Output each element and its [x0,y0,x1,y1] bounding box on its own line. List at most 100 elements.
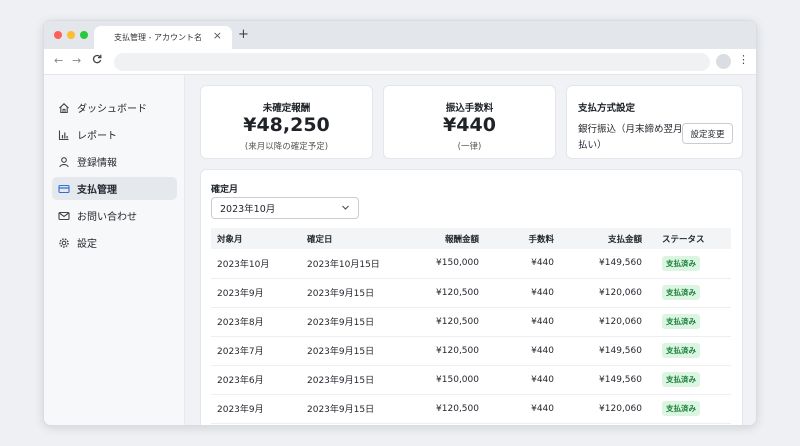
tab-strip: 支払管理 - アカウント名 × + [44,21,756,49]
target-month-cell: 2023年10月 [211,249,301,279]
table-row[interactable]: 2023年7月 2023年9月15日 ¥120,500 ¥440 ¥149,56… [211,336,731,366]
status-cell: 支払済み [648,394,731,424]
status-badge: 支払済み [662,343,700,358]
reward-amount-cell: ¥150,000 [405,249,485,279]
fee-cell: ¥440 [485,307,560,337]
close-window-button[interactable] [54,31,62,39]
reward-amount-cell: ¥120,500 [405,307,485,337]
card-value: ¥48,250 [243,114,330,136]
status-cell: 支払済み [648,365,731,395]
reward-amount-cell: ¥120,500 [405,278,485,308]
fee-cell: ¥440 [485,394,560,424]
table-row[interactable]: 2023年9月 2023年9月15日 ¥120,500 ¥440 ¥120,06… [211,278,731,308]
unconfirmed-reward-card: 未確定報酬 ¥48,250 (来月以降の確定予定) [200,85,373,159]
sidebar-item-payments[interactable]: 支払管理 [52,177,177,200]
table-row[interactable]: 2023年6月 2023年9月15日 ¥150,000 ¥440 ¥149,56… [211,365,731,395]
column-header: 支払金額 [560,228,648,249]
chevron-down-icon [341,203,350,215]
status-badge: 支払済み [662,285,700,300]
back-arrow-icon[interactable]: ← [54,54,63,67]
table-body: 2023年10月 2023年10月15日 ¥150,000 ¥440 ¥149,… [211,249,731,424]
status-badge: 支払済み [662,314,700,329]
maximize-window-button[interactable] [80,31,88,39]
user-icon [58,156,70,168]
sidebar-item-settings[interactable]: 設定 [52,231,177,254]
forward-arrow-icon[interactable]: → [72,54,81,67]
change-settings-button[interactable]: 設定変更 [682,123,733,144]
confirmed-date-cell: 2023年9月15日 [301,394,405,424]
profile-avatar[interactable] [716,54,731,69]
payment-table: 対象月 確定日 報酬金額 手数料 支払金額 ステータス 2023年10月 202… [211,228,731,424]
card-subtitle: (来月以降の確定予定) [244,142,329,152]
new-tab-button[interactable]: + [238,27,249,42]
table-header-row: 対象月 確定日 報酬金額 手数料 支払金額 ステータス [211,228,731,249]
tab-close-icon[interactable]: × [213,29,222,42]
transfer-fee-card: 振込手数料 ¥440 (一律) [383,85,556,159]
payment-amount-cell: ¥120,060 [560,394,648,424]
sidebar-item-label: お問い合わせ [77,212,137,223]
sidebar-item-registration[interactable]: 登録情報 [52,150,177,173]
status-cell: 支払済み [648,249,731,279]
column-header: 対象月 [211,228,301,249]
confirmed-date-cell: 2023年10月15日 [301,249,405,279]
sidebar-item-contact[interactable]: お問い合わせ [52,204,177,227]
bar-chart-icon [58,129,70,141]
card-title: 支払方式設定 [578,103,636,114]
target-month-cell: 2023年6月 [211,365,301,395]
card-title: 未確定報酬 [262,103,311,114]
card-subtitle: (一律) [457,142,482,152]
status-cell: 支払済み [648,307,731,337]
status-badge: 支払済み [662,372,700,387]
status-cell: 支払済み [648,336,731,366]
sidebar-item-dashboard[interactable]: ダッシュボード [52,96,177,119]
table-row[interactable]: 2023年8月 2023年9月15日 ¥120,500 ¥440 ¥120,06… [211,307,731,337]
browser-menu-icon[interactable]: ⋮ [738,53,749,66]
payment-history-panel: 確定月 2023年10月 対象月 確定日 報酬金額 手数料 支払金額 ステータス [200,169,743,425]
target-month-cell: 2023年9月 [211,394,301,424]
payment-method-card: 支払方式設定 銀行振込（月末締め翌月払い） 設定変更 [566,85,743,159]
reward-amount-cell: ¥150,000 [405,365,485,395]
sidebar: ダッシュボード レポート 登録情報 支払管理 お問い合わせ 設定 [44,75,185,425]
confirmed-date-cell: 2023年9月15日 [301,278,405,308]
browser-window: 支払管理 - アカウント名 × + ← → ⋮ ダッシュボード レポート 登録情… [43,20,757,426]
browser-toolbar: ← → ⋮ [44,49,756,75]
month-select-value: 2023年10月 [220,204,276,215]
confirmed-date-cell: 2023年9月15日 [301,336,405,366]
credit-card-icon [58,183,70,195]
active-tab[interactable]: 支払管理 - アカウント名 × [94,26,232,49]
sidebar-item-label: レポート [77,131,117,142]
sidebar-item-report[interactable]: レポート [52,123,177,146]
confirmed-date-cell: 2023年9月15日 [301,307,405,337]
reward-amount-cell: ¥120,500 [405,336,485,366]
status-badge: 支払済み [662,401,700,416]
month-select[interactable]: 2023年10月 [211,197,359,219]
reward-amount-cell: ¥120,500 [405,394,485,424]
target-month-cell: 2023年9月 [211,278,301,308]
column-header: 手数料 [485,228,560,249]
tab-title: 支払管理 - アカウント名 [114,33,202,42]
target-month-cell: 2023年7月 [211,336,301,366]
table-row[interactable]: 2023年9月 2023年9月15日 ¥120,500 ¥440 ¥120,06… [211,394,731,424]
target-month-cell: 2023年8月 [211,307,301,337]
minimize-window-button[interactable] [67,31,75,39]
fee-cell: ¥440 [485,365,560,395]
fee-cell: ¥440 [485,336,560,366]
payment-amount-cell: ¥149,560 [560,365,648,395]
gear-icon [58,237,70,249]
main-content: 未確定報酬 ¥48,250 (来月以降の確定予定) 振込手数料 ¥440 (一律… [185,75,756,425]
sidebar-item-label: 登録情報 [77,158,117,169]
address-bar[interactable] [114,53,710,71]
table-row[interactable]: 2023年10月 2023年10月15日 ¥150,000 ¥440 ¥149,… [211,249,731,279]
sidebar-item-label: ダッシュボード [77,104,147,115]
payment-amount-cell: ¥120,060 [560,278,648,308]
mail-icon [58,210,70,222]
status-badge: 支払済み [662,255,700,271]
card-value: ¥440 [443,114,496,136]
status-cell: 支払済み [648,278,731,308]
reload-icon[interactable] [92,54,102,67]
fee-cell: ¥440 [485,249,560,279]
sidebar-item-label: 設定 [77,239,97,250]
card-title: 振込手数料 [445,103,494,114]
fee-cell: ¥440 [485,278,560,308]
sidebar-item-label: 支払管理 [77,185,117,196]
